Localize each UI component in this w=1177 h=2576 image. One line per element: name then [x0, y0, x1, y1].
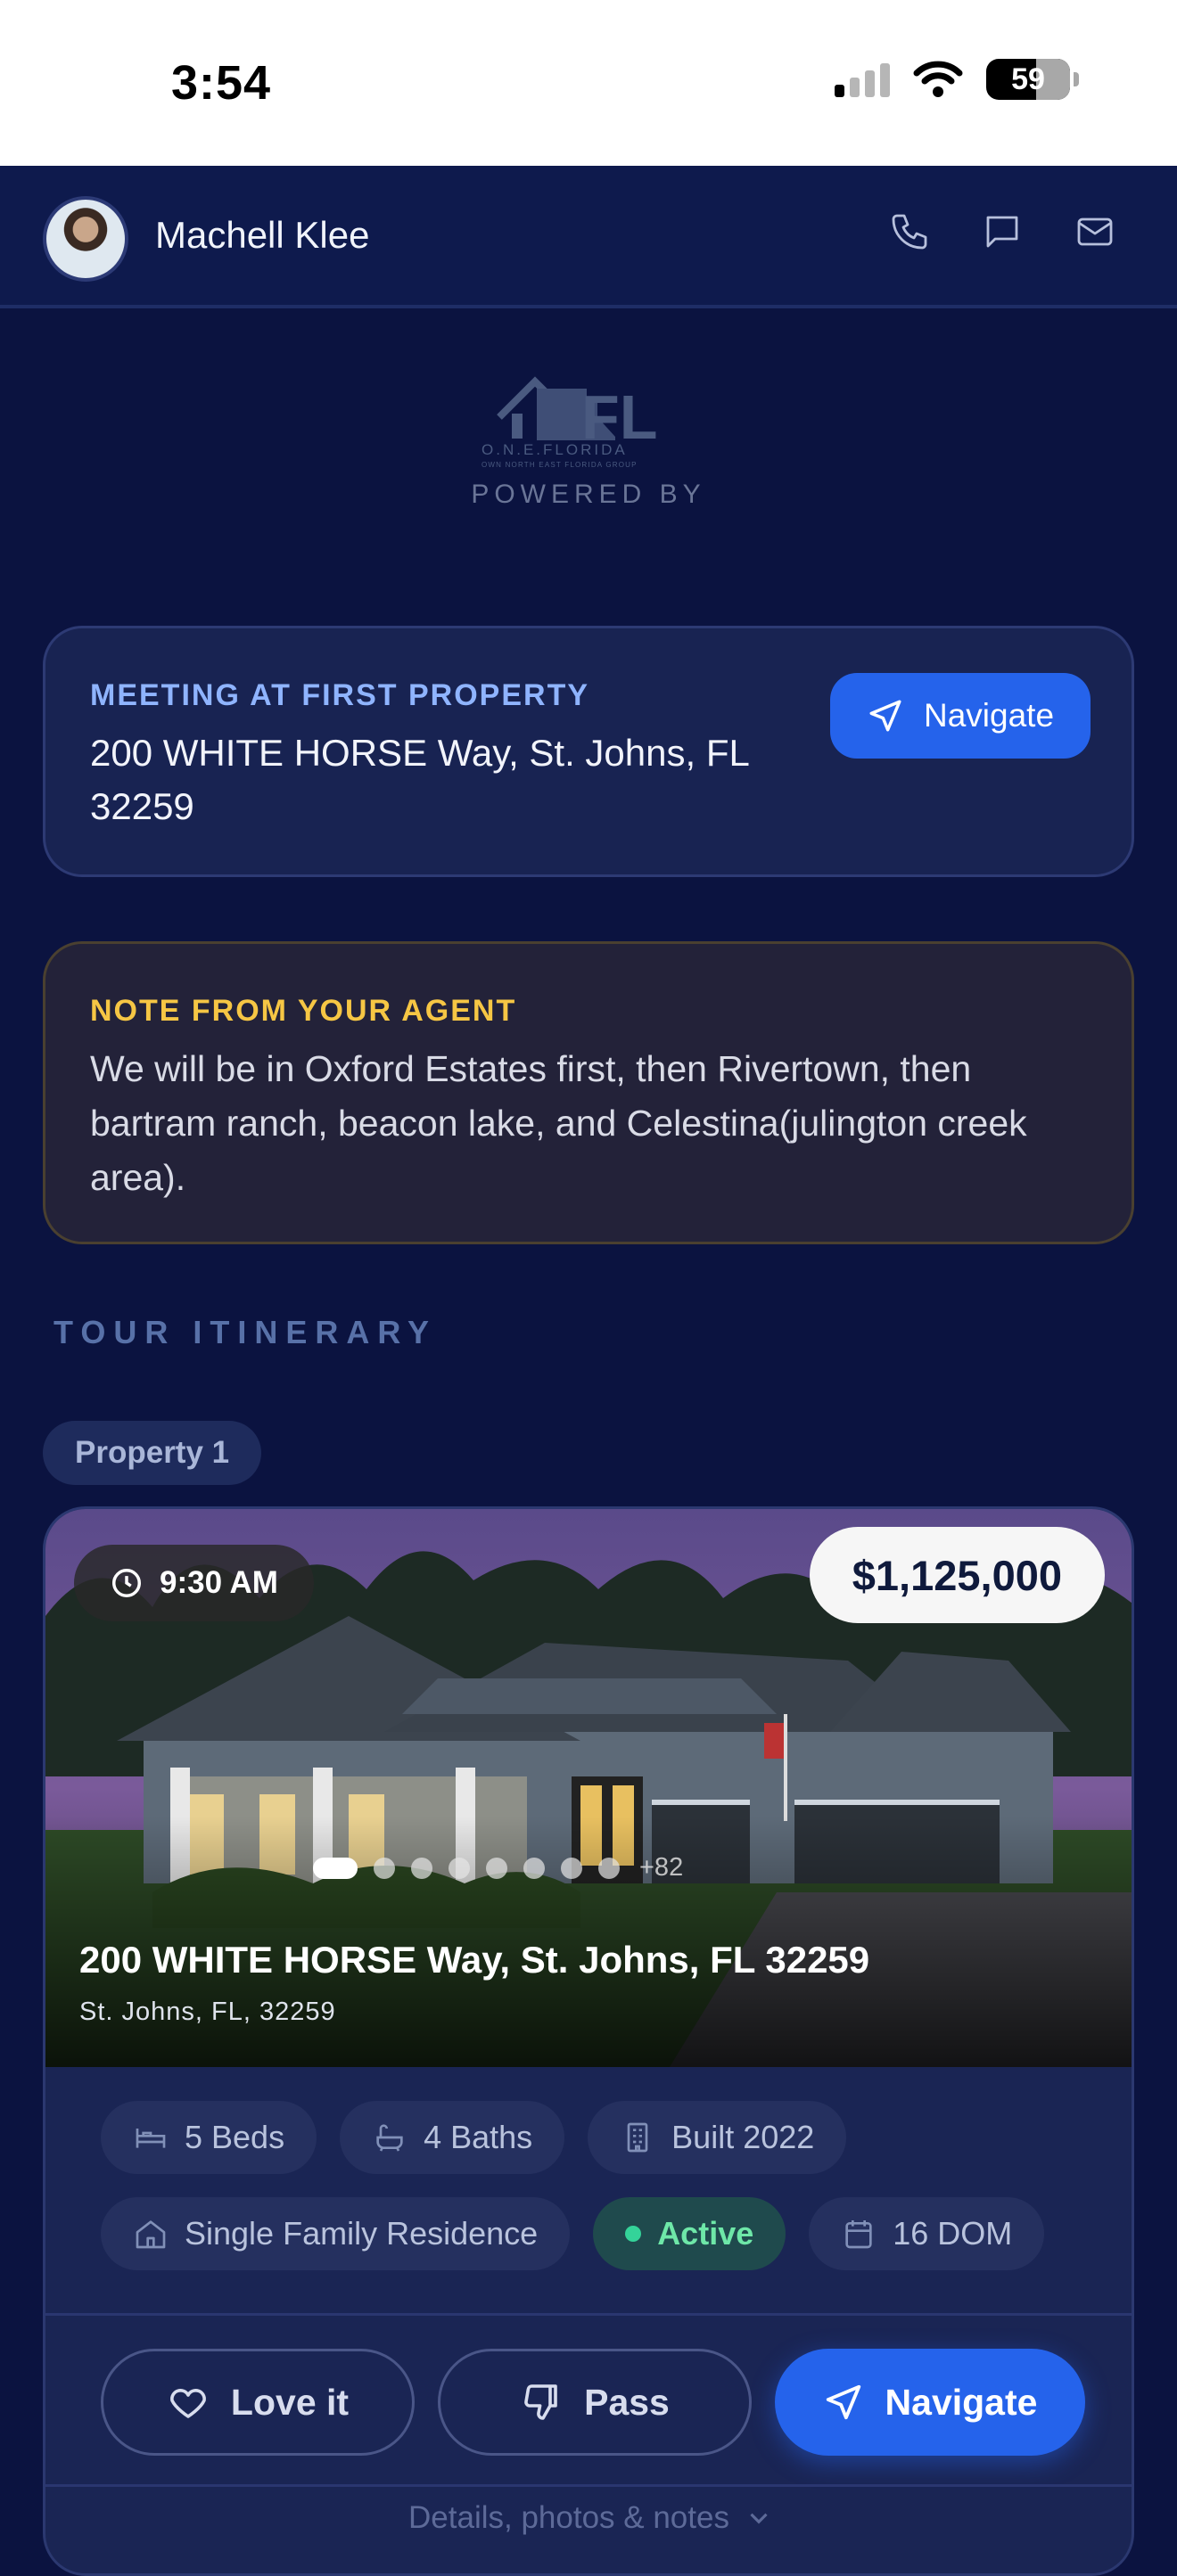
chevron-down-icon [750, 2513, 768, 2524]
powered-by-label: POWERED BY [471, 480, 706, 509]
status-dot [625, 2226, 642, 2242]
carousel-dot[interactable] [561, 1857, 582, 1879]
home-icon [136, 2220, 166, 2249]
thumbs-down-icon [524, 2384, 557, 2420]
mail-icon[interactable] [1074, 210, 1116, 253]
agent-note-card: NOTE FROM YOUR AGENT We will be in Oxfor… [43, 941, 1134, 1244]
meeting-address: 200 WHITE HORSE Way, St. Johns, FL 32259 [90, 732, 749, 827]
building-icon [627, 2122, 648, 2153]
property-type-label: Single Family Residence [185, 2215, 539, 2252]
beds-label: 5 Beds [185, 2119, 285, 2155]
pass-button[interactable]: Pass [438, 2349, 752, 2456]
status-time: 3:54 [171, 56, 272, 110]
carousel-dot[interactable] [523, 1857, 545, 1879]
logo-name: O.N.E.FLORIDA [482, 441, 628, 458]
tour-time-badge: 9:30 AM [74, 1545, 314, 1621]
phone-icon[interactable] [888, 210, 931, 253]
clock-icon [112, 1569, 141, 1597]
agent-name: Machell Klee [155, 214, 370, 256]
meeting-point-card: MEETING AT FIRST PROPERTY 200 WHITE HORS… [43, 626, 1134, 877]
bath-icon [376, 2124, 403, 2152]
details-toggle[interactable]: Details, photos & notes [45, 2500, 1132, 2536]
battery-level: 59 [1011, 62, 1045, 96]
carousel-dot[interactable] [411, 1857, 432, 1879]
heart-icon [170, 2389, 206, 2418]
property-type-chip: Single Family Residence [101, 2197, 571, 2270]
year-built-chip: Built 2022 [588, 2101, 847, 2174]
days-on-market-label: 16 DOM [893, 2215, 1013, 2252]
note-text: We will be in Oxford Estates first, then… [90, 1048, 1027, 1198]
baths-chip: 4 Baths [340, 2101, 565, 2174]
status-icons: 59 [835, 59, 1079, 100]
property-photo[interactable]: 9:30 AM $1,125,000 +82 200 WHITE HORSE W… [45, 1509, 1132, 2067]
status-badge: Active [593, 2197, 786, 2270]
year-built-label: Built 2022 [671, 2119, 815, 2155]
cellular-signal-icon [835, 62, 890, 97]
navigation-arrow-icon [826, 2384, 860, 2420]
navigation-arrow-icon [869, 700, 901, 732]
calendar-icon [845, 2220, 872, 2249]
property-card: 9:30 AM $1,125,000 +82 200 WHITE HORSE W… [43, 1506, 1134, 2576]
logo-tagline: OWN NORTH EAST FLORIDA GROUP [482, 461, 638, 469]
property-city: St. Johns, FL, 32259 [79, 1998, 336, 2026]
more-photos-count: +82 [639, 1853, 684, 1882]
status-bar: 3:54 59 [0, 0, 1177, 166]
beds-chip: 5 Beds [101, 2101, 317, 2174]
love-button[interactable]: Love it [101, 2349, 415, 2456]
details-label: Details, photos & notes [408, 2500, 729, 2535]
property-facts: 5 Beds 4 Baths Built 2022 Single Family … [101, 2101, 1091, 2270]
carousel-dot[interactable] [486, 1857, 507, 1879]
carousel-dot[interactable] [598, 1857, 620, 1879]
property-actions: Love it Pass Navigate [101, 2349, 1085, 2456]
property-address: 200 WHITE HORSE Way, St. Johns, FL 32259 [79, 1939, 870, 1981]
days-on-market-chip: 16 DOM [809, 2197, 1045, 2270]
price-badge: $1,125,000 [809, 1527, 1105, 1623]
meeting-navigate-label: Navigate [923, 697, 1055, 734]
status-label: Active [657, 2215, 754, 2252]
bed-icon [136, 2129, 166, 2148]
battery-icon: 59 [986, 59, 1079, 100]
divider [45, 2313, 1132, 2316]
itinerary-title: TOUR ITINERARY [54, 1314, 438, 1350]
baths-label: 4 Baths [424, 2119, 533, 2155]
carousel-dot[interactable] [313, 1857, 358, 1879]
contact-actions [888, 210, 1116, 253]
agent-avatar[interactable] [43, 196, 128, 282]
meeting-navigate-button[interactable]: Navigate [830, 673, 1091, 759]
pass-label: Pass [584, 2381, 670, 2423]
brokerage-logo: FL O.N.E.FLORIDA OWN NORTH EAST FLORIDA … [482, 355, 696, 471]
tour-time: 9:30 AM [160, 1565, 278, 1600]
agent-header: Machell Klee [0, 166, 1177, 308]
love-label: Love it [230, 2381, 350, 2423]
note-label: NOTE FROM YOUR AGENT [90, 994, 517, 1028]
chat-icon[interactable] [981, 210, 1024, 253]
divider [45, 2484, 1132, 2487]
carousel-dot[interactable] [449, 1857, 470, 1879]
carousel-dot[interactable] [374, 1857, 395, 1879]
wifi-icon [913, 61, 963, 97]
navigate-button[interactable]: Navigate [775, 2349, 1085, 2456]
property-number-badge: Property 1 [43, 1421, 262, 1485]
navigate-label: Navigate [885, 2381, 1038, 2423]
photo-carousel-dots[interactable]: +82 [313, 1853, 683, 1883]
meeting-label: MEETING AT FIRST PROPERTY [90, 678, 590, 712]
